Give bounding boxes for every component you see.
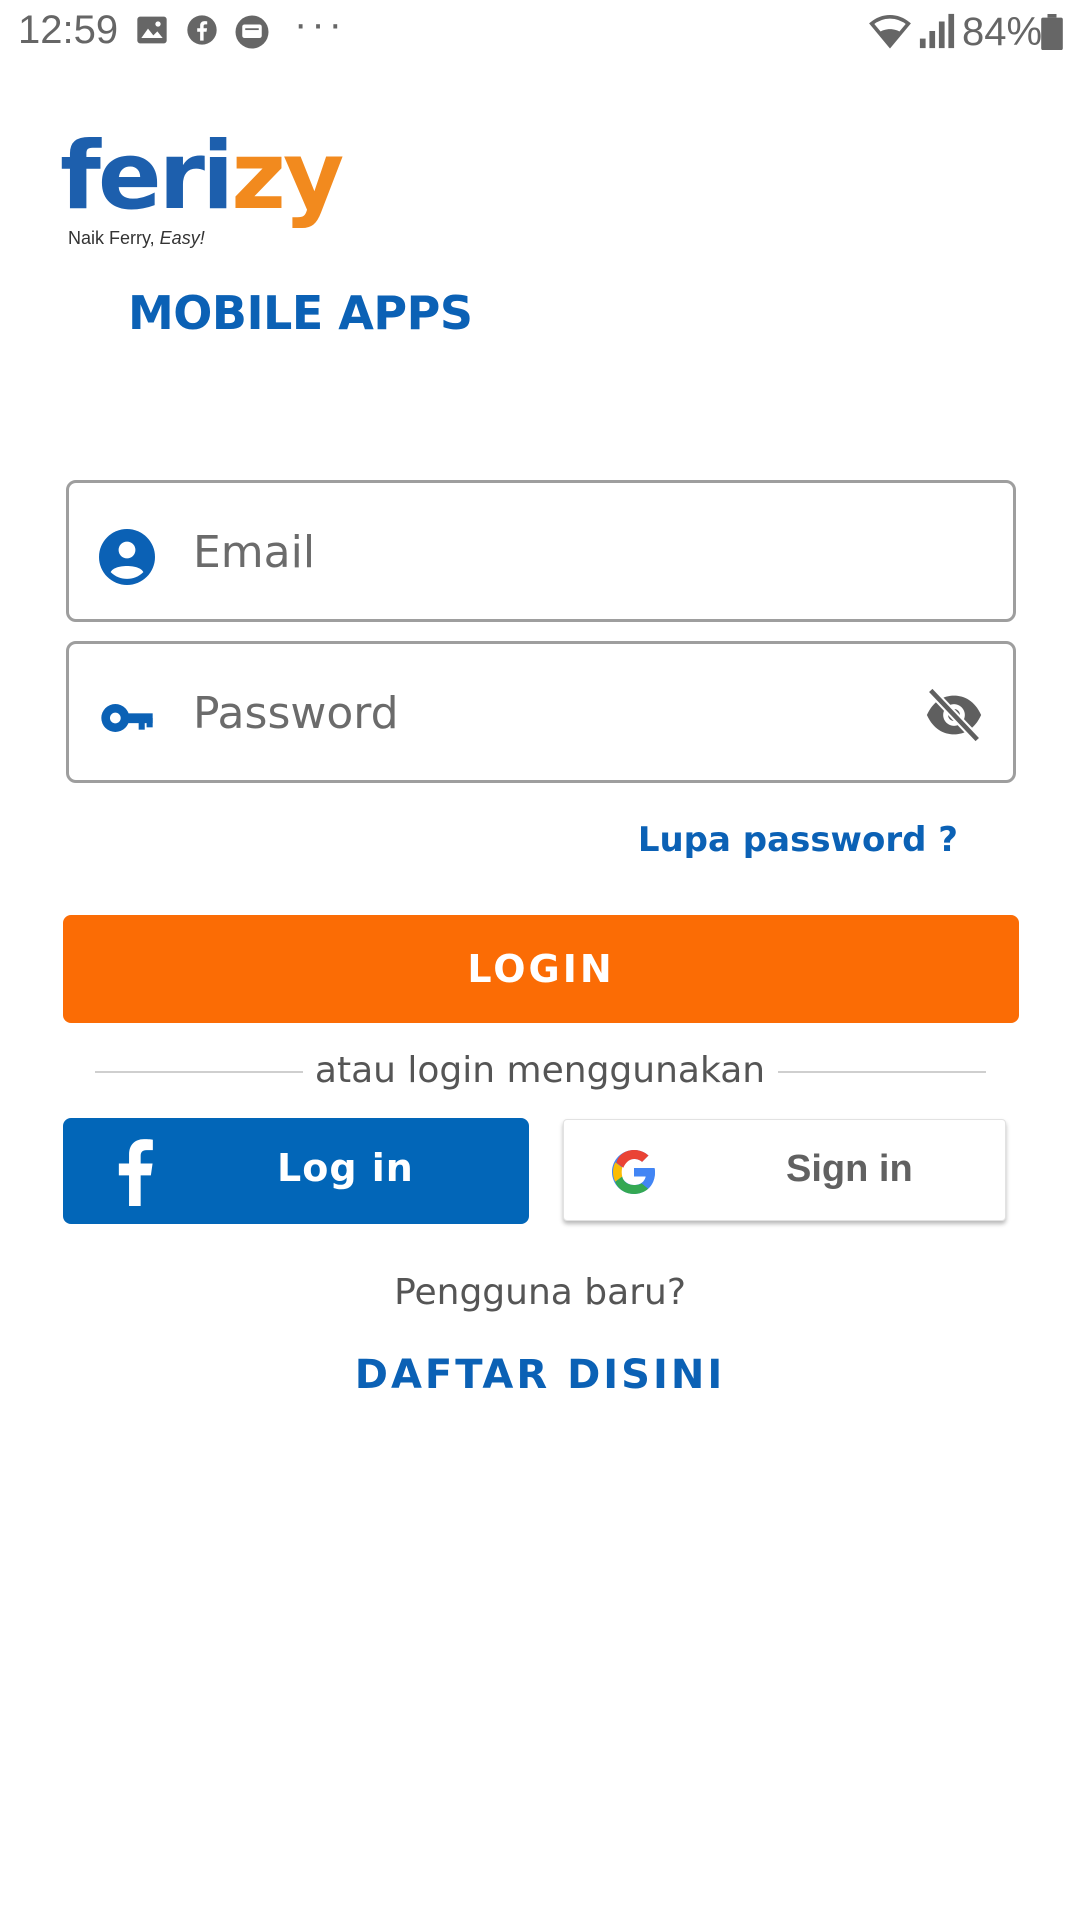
email-input[interactable] [191,511,871,593]
logo-text-blue: feri [60,122,234,231]
status-time: 12:59 [18,8,119,52]
facebook-icon [187,15,217,45]
logo-tagline: Naik Ferry, Easy! [68,228,205,248]
forgot-password-link[interactable]: Lupa password ? [638,820,958,860]
google-icon [612,1150,655,1194]
password-input[interactable] [191,672,871,754]
wifi-icon [869,14,911,49]
signal-icon [919,13,955,49]
google-signin-label: Sign in [786,1148,913,1190]
battery-percent: 84% [962,10,1043,54]
image-icon [137,16,167,44]
user-icon [99,529,155,585]
ferizy-logo: ferizy Naik Ferry, Easy! [60,122,344,252]
facebook-f-icon [118,1139,153,1206]
facebook-login-label: Log in [277,1146,414,1190]
google-signin-button[interactable]: Sign in [563,1119,1006,1221]
divider-line-right [778,1071,986,1073]
message-icon [235,15,269,49]
status-bar: 12:59 ··· 84% [0,0,1080,68]
login-button[interactable]: LOGIN [63,915,1019,1023]
key-icon [101,704,153,732]
facebook-login-button[interactable]: Log in [63,1118,529,1224]
battery-icon [1041,14,1063,50]
logo-text-orange: zy [231,122,344,231]
email-field[interactable] [66,480,1016,622]
eye-off-icon[interactable] [923,684,985,746]
app-subtitle: MOBILE APPS [128,286,473,340]
new-user-prompt: Pengguna baru? [394,1272,686,1313]
more-notifications-icon: ··· [294,2,346,46]
password-field[interactable] [66,641,1016,783]
register-link[interactable]: DAFTAR DISINI [0,1352,1080,1398]
